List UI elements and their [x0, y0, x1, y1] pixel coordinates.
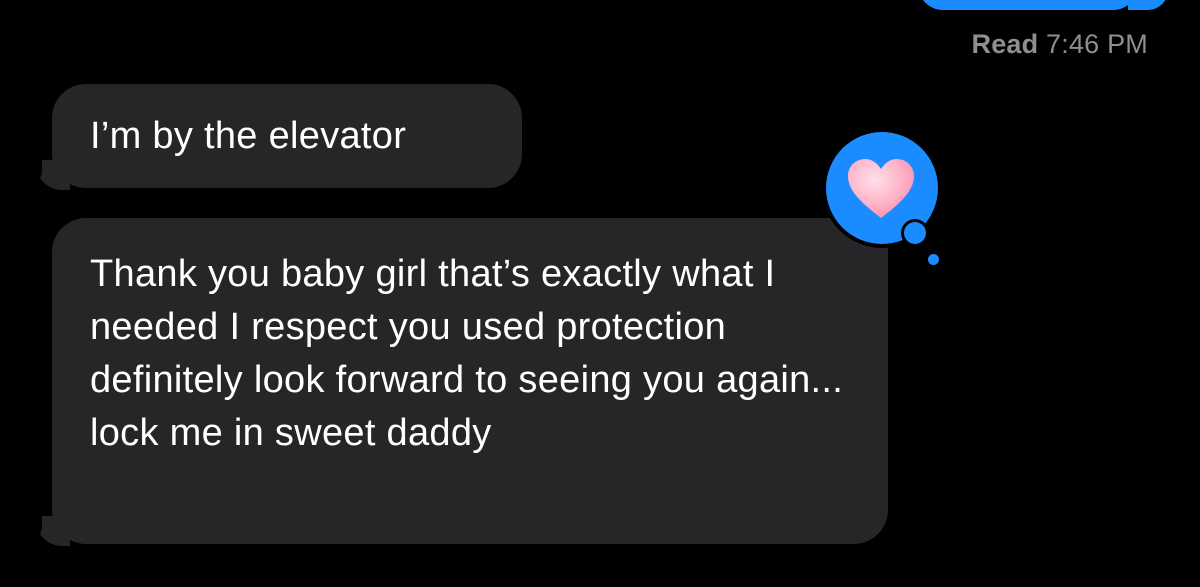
bubble-tail-mask: [20, 154, 42, 188]
tapback-tail-dot: [904, 222, 926, 244]
message-text: I’m by the elevator: [90, 115, 407, 157]
heart-icon: [848, 159, 914, 218]
read-time: 7:46 PM: [1046, 29, 1148, 59]
tapback-tail-dot-small: [928, 254, 939, 265]
sent-message-bubble-partial[interactable]: [918, 0, 1138, 10]
read-status: Read: [971, 29, 1039, 59]
message-text: Thank you baby girl that’s exactly what …: [90, 253, 844, 454]
sent-message-tail: [1128, 0, 1168, 10]
incoming-message-bubble[interactable]: I’m by the elevator: [52, 84, 522, 188]
incoming-message-bubble[interactable]: Thank you baby girl that’s exactly what …: [52, 218, 888, 544]
read-receipt: Read 7:46 PM: [972, 29, 1148, 60]
bubble-tail-mask: [20, 510, 42, 544]
